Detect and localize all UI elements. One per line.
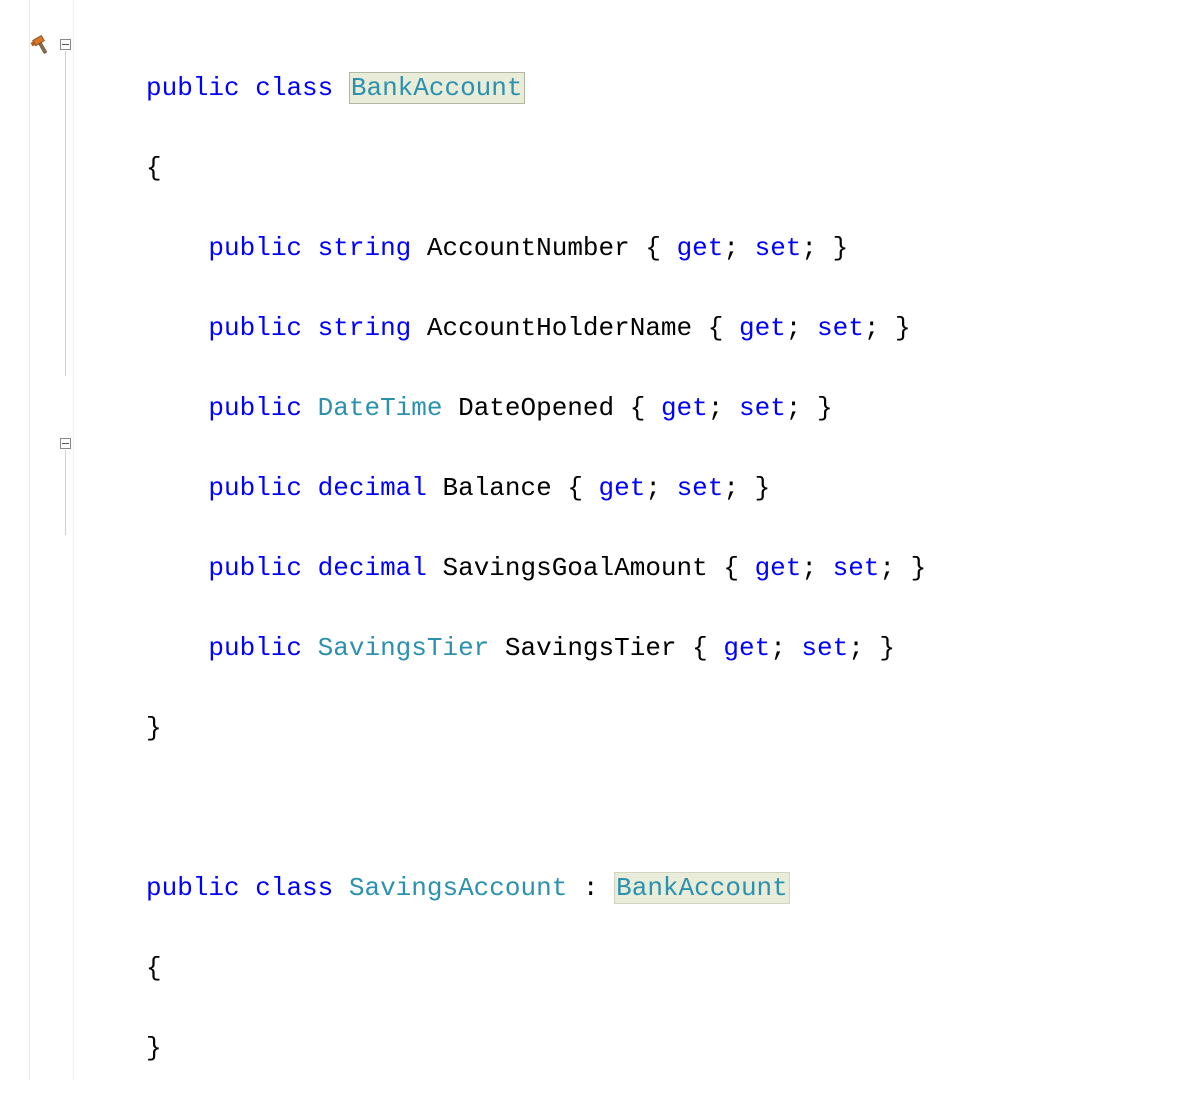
type-keyword: string xyxy=(318,313,412,343)
identifier: AccountNumber xyxy=(427,233,630,263)
keyword: get xyxy=(677,233,724,263)
keyword: public xyxy=(208,393,302,423)
code-line[interactable]: public class SavingsAccount : BankAccoun… xyxy=(146,868,1202,908)
type-keyword: string xyxy=(318,233,412,263)
fold-guide-line xyxy=(65,450,66,535)
fold-toggle-icon[interactable] xyxy=(60,438,71,449)
identifier: Balance xyxy=(442,473,551,503)
identifier: SavingsGoalAmount xyxy=(442,553,707,583)
keyword: set xyxy=(677,473,724,503)
code-line[interactable]: public class BankAccount xyxy=(146,68,1202,108)
class-name: SavingsAccount xyxy=(349,873,567,903)
keyword: set xyxy=(739,393,786,423)
keyword: set xyxy=(755,233,802,263)
refactor-hammer-icon[interactable] xyxy=(30,34,52,56)
keyword: get xyxy=(661,393,708,423)
code-line[interactable]: public decimal SavingsGoalAmount { get; … xyxy=(146,548,1202,588)
class-name-highlighted: BankAccount xyxy=(349,72,525,104)
brace: { xyxy=(146,153,162,183)
code-editor[interactable]: public class BankAccount { public string… xyxy=(74,0,1202,1080)
brace: } xyxy=(146,713,162,743)
keyword: public xyxy=(208,553,302,583)
keyword: public xyxy=(208,633,302,663)
type-name: DateTime xyxy=(318,393,443,423)
keyword: get xyxy=(755,553,802,583)
identifier: DateOpened xyxy=(458,393,614,423)
keyword: get xyxy=(723,633,770,663)
code-line[interactable]: public SavingsTier SavingsTier { get; se… xyxy=(146,628,1202,668)
code-line[interactable]: public decimal Balance { get; set; } xyxy=(146,468,1202,508)
fold-gutter xyxy=(58,0,74,1080)
type-keyword: decimal xyxy=(318,473,427,503)
type-keyword: decimal xyxy=(318,553,427,583)
fold-toggle-icon[interactable] xyxy=(60,39,71,50)
keyword: class xyxy=(255,873,333,903)
keyword: public xyxy=(208,473,302,503)
code-line[interactable] xyxy=(146,788,1202,828)
code-line[interactable]: public string AccountNumber { get; set; … xyxy=(146,228,1202,268)
code-line[interactable]: public DateTime DateOpened { get; set; } xyxy=(146,388,1202,428)
keyword: public xyxy=(208,233,302,263)
code-line[interactable]: } xyxy=(146,1028,1202,1068)
keyword: set xyxy=(817,313,864,343)
keyword: public xyxy=(146,873,240,903)
identifier: AccountHolderName xyxy=(427,313,692,343)
brace: { xyxy=(146,953,162,983)
code-line[interactable]: } xyxy=(146,708,1202,748)
type-name: SavingsTier xyxy=(318,633,490,663)
keyword: get xyxy=(739,313,786,343)
code-line[interactable]: public string AccountHolderName { get; s… xyxy=(146,308,1202,348)
base-class-highlighted: BankAccount xyxy=(614,872,790,904)
keyword: public xyxy=(146,73,240,103)
brace: } xyxy=(146,1033,162,1063)
code-line[interactable]: { xyxy=(146,948,1202,988)
fold-guide-line xyxy=(65,51,66,376)
keyword: set xyxy=(833,553,880,583)
keyword: get xyxy=(599,473,646,503)
left-margin xyxy=(0,0,30,1080)
identifier: SavingsTier xyxy=(505,633,677,663)
keyword: public xyxy=(208,313,302,343)
icon-gutter xyxy=(30,0,58,1080)
code-line[interactable]: { xyxy=(146,148,1202,188)
keyword: set xyxy=(801,633,848,663)
colon: : xyxy=(583,873,599,903)
keyword: class xyxy=(255,73,333,103)
